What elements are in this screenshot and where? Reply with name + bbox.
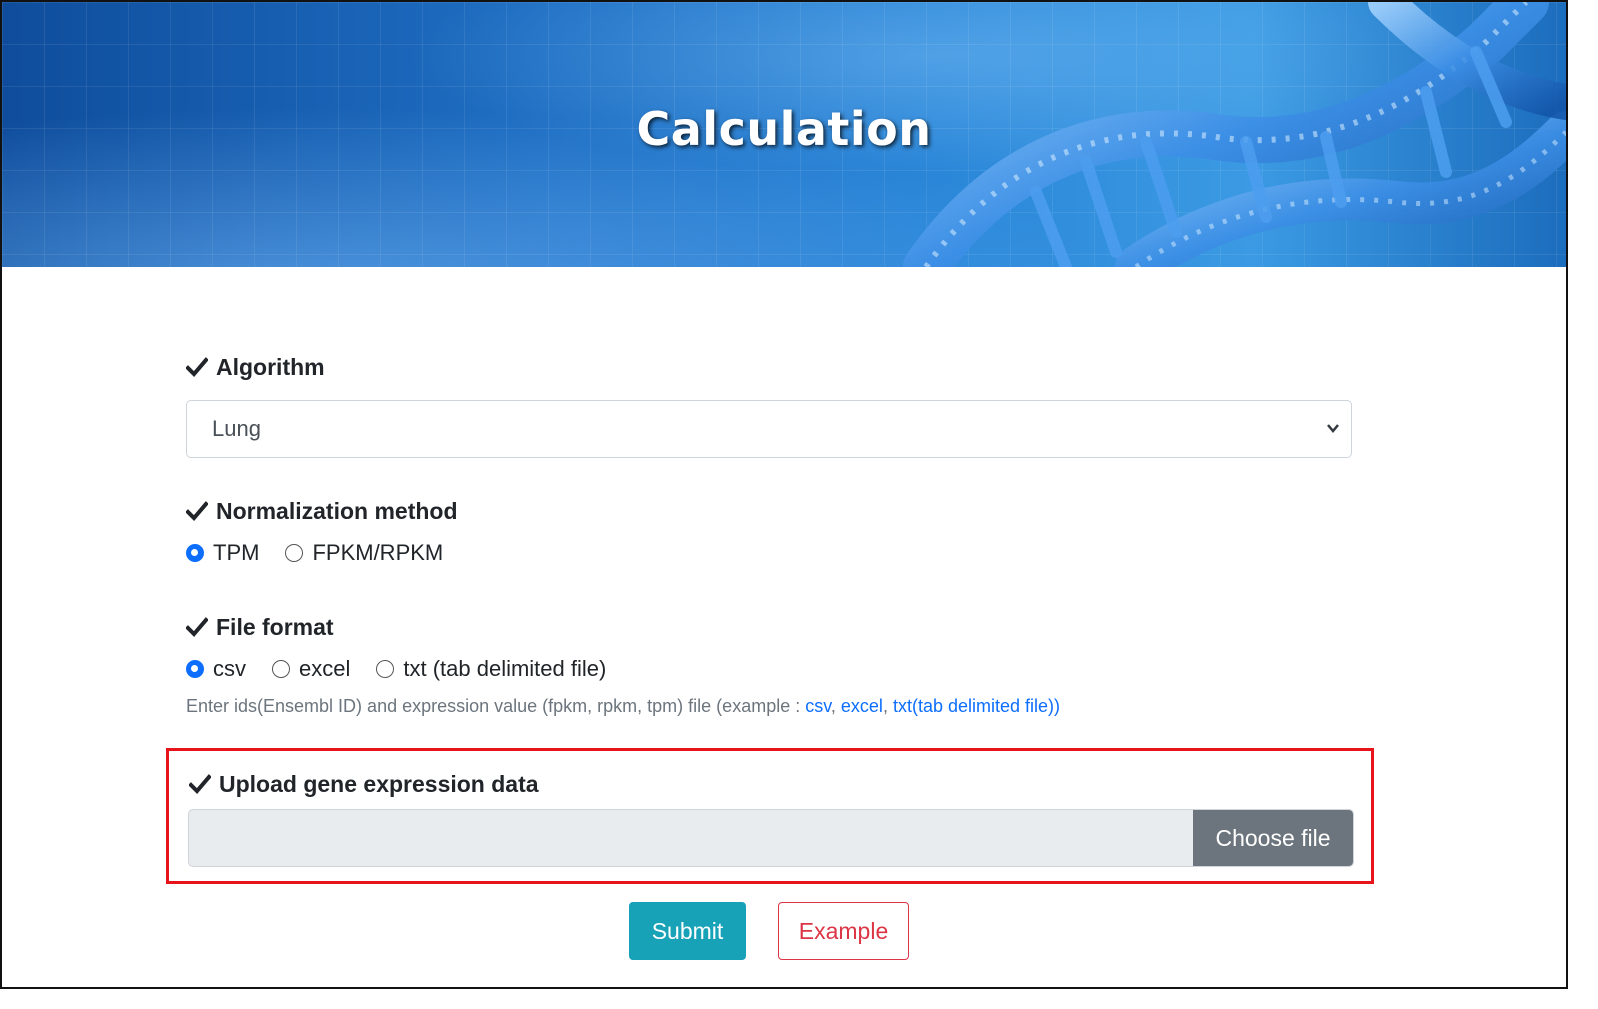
algorithm-selected-value: Lung [212, 416, 261, 441]
example-link-excel[interactable]: excel [841, 696, 883, 716]
radio-button[interactable] [285, 544, 304, 562]
radio-label: TPM [213, 540, 260, 565]
radio-label: excel [299, 656, 351, 681]
check-icon [189, 774, 211, 794]
example-button[interactable]: Example [778, 902, 909, 960]
help-prefix: Enter ids(Ensembl ID) and expression val… [186, 696, 806, 716]
chevron-down-icon [1327, 424, 1339, 433]
algorithm-group: Algorithm Lung [186, 352, 1352, 458]
file-upload-input[interactable]: Choose file [188, 809, 1354, 867]
radio-label: csv [213, 656, 246, 681]
upload-label: Upload gene expression data [219, 770, 539, 797]
file-format-label-row: File format [186, 612, 1352, 642]
help-suffix: ) [1054, 696, 1061, 716]
normalization-options: TPM FPKM/RPKM [186, 540, 1352, 566]
submit-button[interactable]: Submit [629, 902, 746, 960]
file-format-help-text: Enter ids(Ensembl ID) and expression val… [186, 696, 1061, 716]
normalization-label-row: Normalization method [186, 496, 1352, 526]
radio-label: FPKM/RPKM [312, 540, 444, 565]
upload-highlight-box: Upload gene expression data Choose file [166, 748, 1374, 884]
radio-txt[interactable]: txt (tab delimited file) [376, 656, 606, 682]
normalization-label: Normalization method [216, 497, 458, 524]
radio-button[interactable] [272, 660, 290, 678]
radio-csv[interactable]: csv [186, 656, 246, 682]
file-format-options: csv excel txt (tab delimited file) [186, 656, 1352, 682]
algorithm-label: Algorithm [216, 353, 325, 380]
algorithm-select[interactable]: Lung [186, 400, 1352, 458]
radio-button[interactable] [376, 660, 395, 678]
choose-file-button[interactable]: Choose file [1193, 810, 1353, 866]
radio-excel[interactable]: excel [272, 656, 350, 682]
file-format-label: File format [216, 613, 334, 640]
radio-button-checked[interactable] [186, 544, 204, 562]
check-icon [186, 357, 208, 377]
page-frame: Calculation Algorithm Lung Normalization… [0, 0, 1568, 989]
algorithm-label-row: Algorithm [186, 352, 1352, 382]
example-link-txt[interactable]: txt(tab delimited file) [893, 696, 1054, 716]
radio-button-checked[interactable] [186, 660, 204, 678]
radio-label: txt (tab delimited file) [403, 656, 607, 681]
radio-tpm[interactable]: TPM [186, 540, 259, 566]
radio-fpkm-rpkm[interactable]: FPKM/RPKM [285, 540, 443, 566]
example-link-csv[interactable]: csv [805, 696, 831, 716]
file-format-group: File format csv excel txt (tab delimited… [186, 612, 1352, 717]
check-icon [186, 501, 208, 521]
header-banner: Calculation [2, 2, 1566, 267]
check-icon [186, 617, 208, 637]
normalization-group: Normalization method TPM FPKM/RPKM [186, 496, 1352, 566]
page-title: Calculation [636, 102, 932, 156]
upload-label-row: Upload gene expression data [189, 769, 539, 799]
